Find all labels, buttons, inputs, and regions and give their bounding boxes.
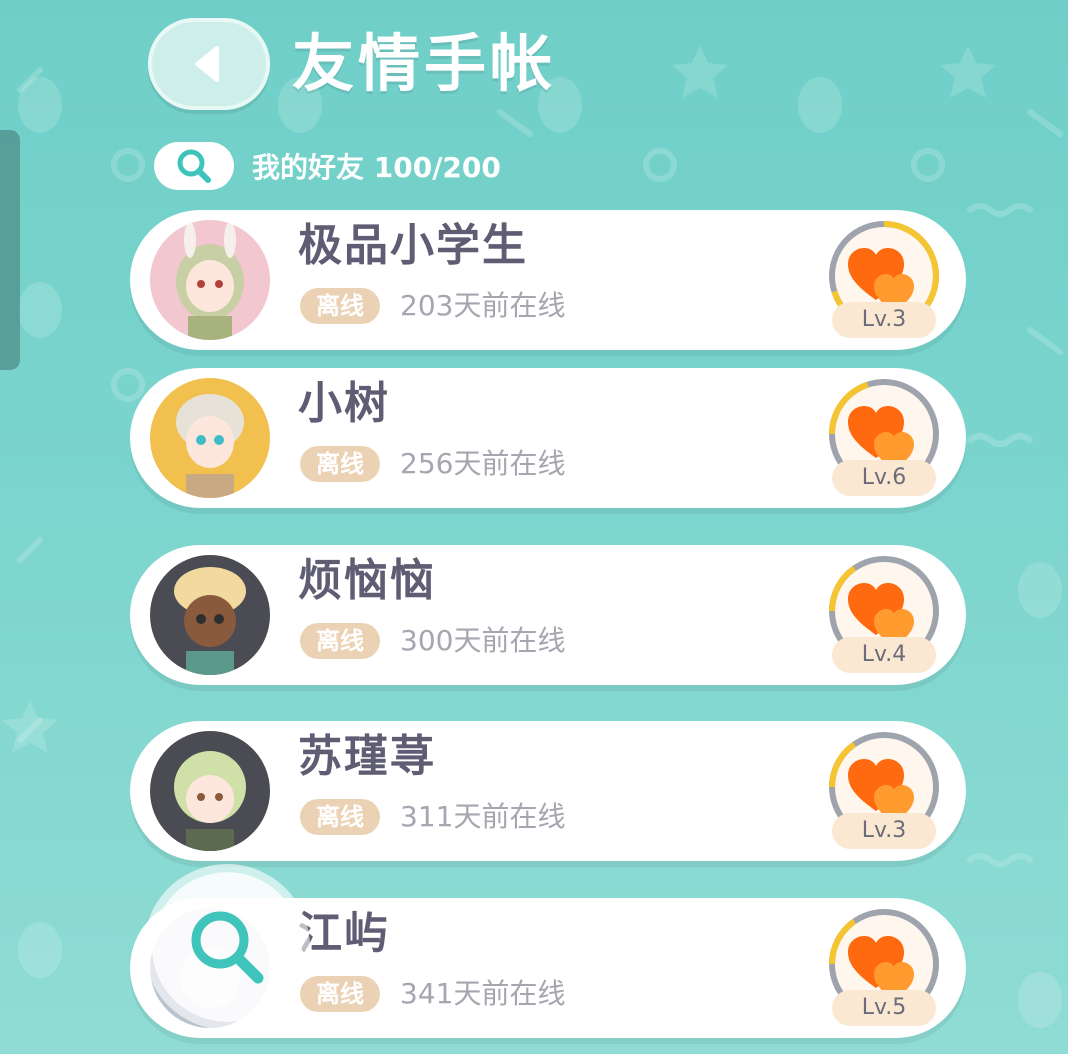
friend-card[interactable]: 烦恼恼 离线 300天前在线 Lv.4 — [130, 545, 966, 685]
friendship-level-badge[interactable]: Lv.5 — [826, 906, 942, 1030]
back-button[interactable] — [148, 18, 270, 110]
friend-name: 烦恼恼 — [298, 555, 436, 606]
level-label: Lv.3 — [832, 302, 936, 338]
friendship-level-badge[interactable]: Lv.3 — [826, 729, 942, 853]
status-badge: 离线 — [300, 623, 380, 659]
level-label: Lv.3 — [832, 813, 936, 849]
last-online-text: 300天前在线 — [400, 624, 566, 657]
avatar — [150, 378, 270, 498]
friend-card[interactable]: 小树 离线 256天前在线 Lv.6 — [130, 368, 966, 508]
status-badge: 离线 — [300, 976, 380, 1012]
back-arrow-icon — [195, 46, 219, 82]
floating-search-button[interactable] — [152, 872, 302, 1022]
search-icon — [191, 911, 264, 984]
friendship-level-badge[interactable]: Lv.6 — [826, 376, 942, 500]
status-badge: 离线 — [300, 446, 380, 482]
friends-count: 我的好友 100/200 — [252, 151, 501, 184]
search-icon — [177, 149, 211, 183]
friendship-level-badge[interactable]: Lv.3 — [826, 218, 942, 342]
level-label: Lv.6 — [832, 460, 936, 496]
avatar — [150, 220, 270, 340]
last-online-text: 256天前在线 — [400, 447, 566, 480]
friend-card[interactable]: 极品小学生 离线 203天前在线 Lv.3 — [130, 210, 966, 350]
last-online-text: 203天前在线 — [400, 289, 566, 322]
last-online-text: 311天前在线 — [400, 800, 566, 833]
avatar — [150, 555, 270, 675]
friend-name: 极品小学生 — [298, 220, 528, 271]
page-title: 友情手帐 — [292, 27, 557, 100]
friend-name: 小树 — [298, 378, 390, 429]
search-button[interactable] — [154, 142, 234, 190]
status-badge: 离线 — [300, 799, 380, 835]
friend-name: 苏瑾荨 — [298, 731, 436, 782]
friend-card[interactable]: 苏瑾荨 离线 311天前在线 Lv.3 — [130, 721, 966, 861]
avatar — [150, 731, 270, 851]
friendship-level-badge[interactable]: Lv.4 — [826, 553, 942, 677]
status-badge: 离线 — [300, 288, 380, 324]
level-label: Lv.5 — [832, 990, 936, 1026]
friend-name: 江屿 — [298, 908, 390, 959]
level-label: Lv.4 — [832, 637, 936, 673]
last-online-text: 341天前在线 — [400, 977, 566, 1010]
